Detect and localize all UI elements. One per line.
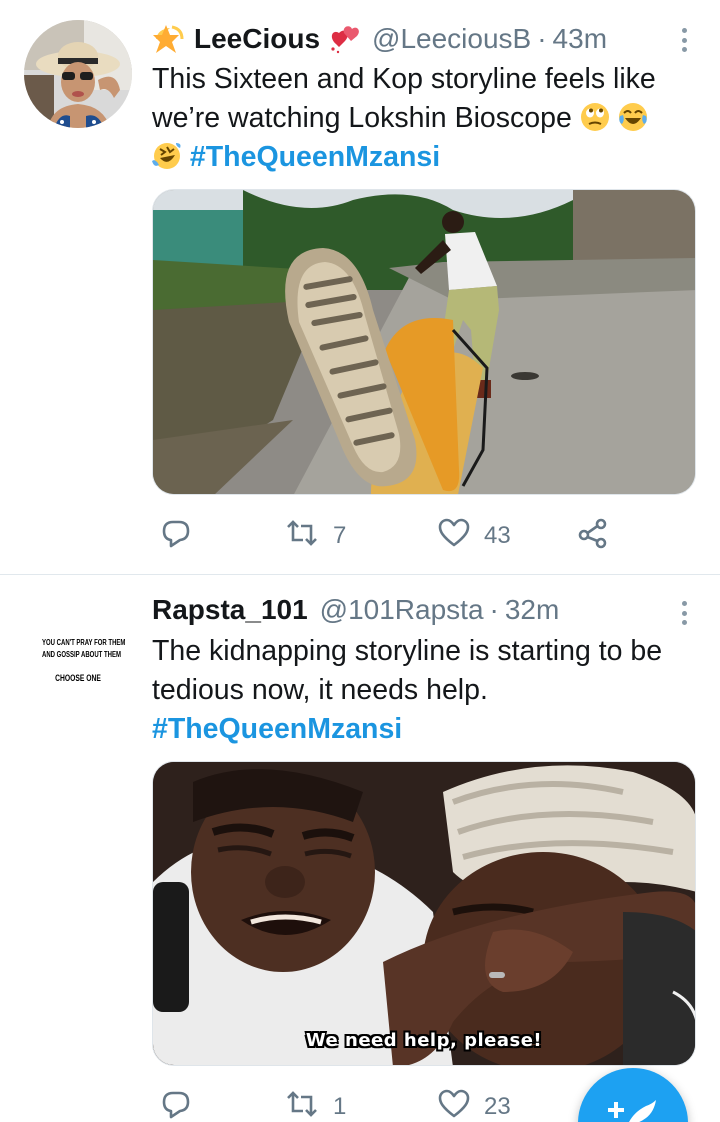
hashtag-link[interactable]: #TheQueenMzansi (152, 713, 402, 745)
retweet-button[interactable]: 1 (285, 1087, 346, 1122)
image-caption: We need help, please! (305, 1030, 543, 1051)
double-heart-emoji-icon (330, 24, 360, 54)
tweet-text-line: The kidnapping storyline is starting to … (152, 635, 663, 667)
reply-button[interactable] (160, 516, 192, 556)
tweet-text: The kidnapping storyline is starting to … (152, 632, 696, 749)
retweet-count: 7 (333, 522, 347, 549)
display-name[interactable]: Rapsta_101 (152, 593, 308, 627)
like-count: 43 (484, 522, 511, 549)
tweet-header: LeeCious @LeeciousB · 43m (152, 22, 684, 56)
tweet-actions: 7 43 (152, 516, 672, 556)
tweet-text-line: This Sixteen and Kop storyline feels lik… (152, 63, 656, 95)
share-button[interactable] (577, 516, 609, 556)
tweet-text: This Sixteen and Kop storyline feels lik… (152, 60, 696, 177)
avatar[interactable]: YOU CAN'T PRAY FOR THEM AND GOSSIP ABOUT… (24, 593, 132, 701)
avatar-text: AND GOSSIP ABOUT THEM (42, 650, 122, 659)
tweet[interactable]: YOU CAN'T PRAY FOR THEM AND GOSSIP ABOUT… (0, 575, 720, 1122)
more-vertical-icon[interactable] (678, 597, 690, 629)
separator: · (489, 594, 499, 625)
avatar[interactable] (24, 20, 132, 128)
reply-button[interactable] (160, 1087, 192, 1122)
like-button[interactable]: 23 (438, 1087, 511, 1122)
separator: · (537, 23, 547, 54)
tweet-text-line: we’re watching Lokshin Bioscope (152, 102, 572, 134)
retweet-button[interactable]: 7 (285, 516, 346, 556)
share-icon (577, 517, 609, 556)
sparkle-star-emoji-icon (152, 23, 184, 55)
handle[interactable]: @LeeciousB (372, 22, 531, 56)
tweet-image[interactable] (152, 189, 696, 495)
hashtag-link[interactable]: #TheQueenMzansi (190, 141, 440, 173)
more-vertical-icon[interactable] (678, 24, 690, 56)
display-name[interactable]: LeeCious (194, 22, 320, 56)
retweet-icon (285, 518, 319, 555)
handle[interactable]: @101Rapsta (320, 593, 484, 627)
like-count: 23 (484, 1093, 511, 1120)
avatar-text: CHOOSE ONE (55, 673, 101, 683)
timestamp[interactable]: 43m (553, 22, 607, 56)
heart-icon (438, 1089, 470, 1122)
heart-icon (438, 518, 470, 555)
timestamp[interactable]: 32m (505, 593, 559, 627)
tweet-header: Rapsta_101 @101Rapsta · 32m (152, 593, 684, 627)
reply-icon (160, 1088, 192, 1122)
tweet-image[interactable]: We need help, please! (152, 761, 696, 1066)
retweet-count: 1 (333, 1093, 347, 1120)
rolling-eyes-emoji-icon (580, 102, 610, 132)
reply-icon (160, 517, 192, 556)
tweet-hashtag-line: #TheQueenMzansi (152, 138, 696, 177)
tears-of-joy-emoji-icon (618, 102, 648, 132)
tweet-hashtag-line: #TheQueenMzansi (152, 710, 696, 749)
like-button[interactable]: 43 (438, 516, 511, 556)
tweet[interactable]: LeeCious @LeeciousB · 43m This Sixteen a… (0, 0, 720, 574)
avatar-text: YOU CAN'T PRAY FOR THEM (42, 638, 126, 647)
timeline: LeeCious @LeeciousB · 43m This Sixteen a… (0, 0, 720, 1122)
tweet-text-line-with-emoji: we’re watching Lokshin Bioscope (152, 99, 696, 138)
retweet-icon (285, 1089, 319, 1122)
tweet-text-line: tedious now, it needs help. (152, 674, 488, 706)
compose-tweet-icon (608, 1100, 656, 1122)
rofl-emoji-icon (152, 141, 182, 171)
